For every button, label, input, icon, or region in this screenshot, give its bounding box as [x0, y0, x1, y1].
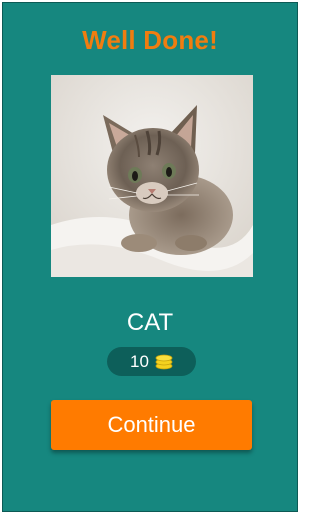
well-done-title: Well Done! — [82, 25, 218, 55]
coin-count: 10 — [130, 351, 149, 371]
coin-balance-badge: 10 — [107, 347, 196, 376]
answer-image — [51, 75, 253, 277]
continue-button[interactable]: Continue — [51, 400, 252, 450]
coin-stack-icon — [155, 354, 173, 369]
level-complete-screen: Well Done! CAT 10 Continue — [2, 2, 298, 512]
answer-label: CAT — [126, 309, 174, 336]
